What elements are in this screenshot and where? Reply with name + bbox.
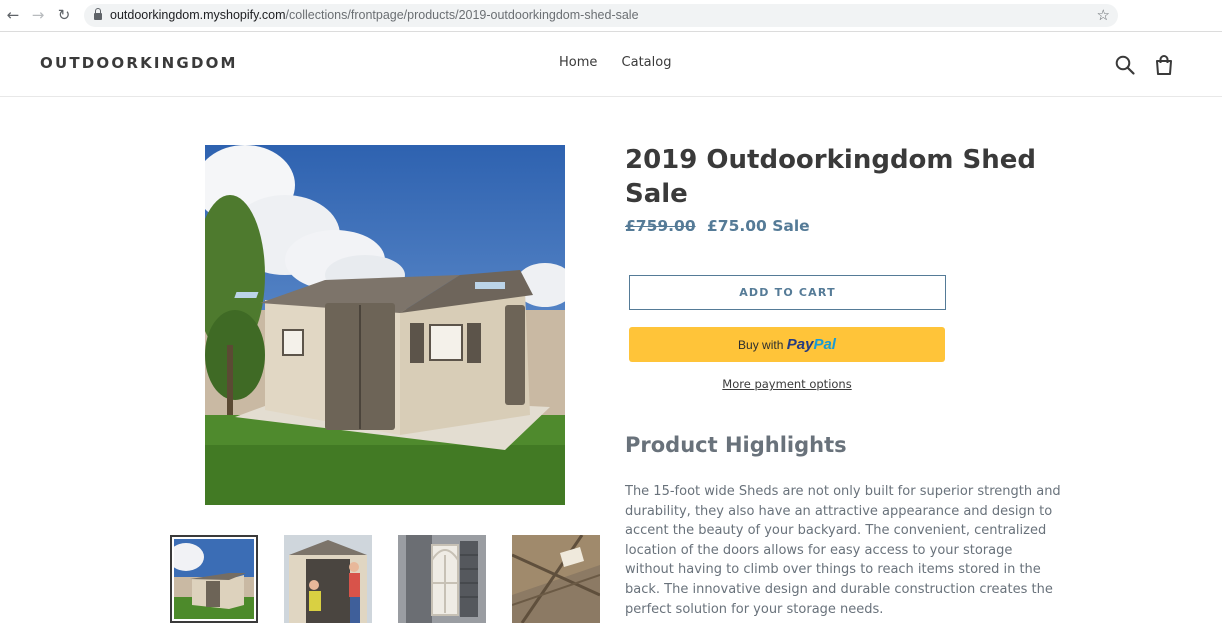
sale-price: £75.00: [707, 217, 767, 235]
add-to-cart-button[interactable]: ADD TO CART: [629, 275, 946, 310]
more-payment-options-link[interactable]: More payment options: [629, 377, 945, 391]
cart-icon[interactable]: [1153, 54, 1175, 76]
site-header: OUTDOORKINGDOM Home Catalog: [0, 32, 1222, 97]
search-icon[interactable]: [1114, 54, 1136, 76]
product-main-image[interactable]: [205, 145, 565, 505]
product-description: The 15-foot wide Sheds are not only buil…: [625, 484, 1061, 617]
back-arrow-icon[interactable]: ←: [4, 6, 22, 24]
forward-arrow-icon[interactable]: →: [29, 6, 47, 24]
url-path: /collections/frontpage/products/2019-out…: [285, 8, 639, 22]
nav-link-catalog[interactable]: Catalog: [622, 55, 672, 70]
main-nav: Home Catalog: [559, 55, 691, 70]
lock-icon: [94, 8, 102, 20]
product-thumbnail[interactable]: [512, 535, 600, 623]
nav-link-home[interactable]: Home: [559, 55, 597, 70]
product-thumbnail[interactable]: [170, 535, 258, 623]
address-bar-url[interactable]: outdoorkingdom.myshopify.com/collections…: [110, 4, 639, 27]
paypal-logo-pal: Pal: [813, 336, 836, 353]
product-price: £759.00 £75.00 Sale: [625, 217, 810, 235]
paypal-logo-pay: Pay: [786, 336, 814, 353]
address-bar[interactable]: outdoorkingdom.myshopify.com/collections…: [84, 4, 1118, 27]
product-title: 2019 Outdoorkingdom Shed Sale: [625, 145, 1037, 209]
product-thumbnail[interactable]: [398, 535, 486, 623]
sale-label: Sale: [772, 217, 810, 235]
regular-price: £759.00: [625, 217, 696, 235]
reload-icon[interactable]: ↻: [55, 6, 73, 24]
paypal-prefix: Buy with: [738, 338, 784, 352]
paypal-button[interactable]: Buy with PayPal: [629, 327, 945, 362]
star-icon[interactable]: ☆: [1097, 4, 1110, 27]
url-host: outdoorkingdom.myshopify.com: [110, 8, 286, 22]
product-highlights-heading: Product Highlights: [625, 433, 847, 457]
product-thumbnail[interactable]: [284, 535, 372, 623]
browser-toolbar: ← → ↻ outdoorkingdom.myshopify.com/colle…: [0, 0, 1222, 32]
site-logo[interactable]: OUTDOORKINGDOM: [40, 54, 238, 72]
